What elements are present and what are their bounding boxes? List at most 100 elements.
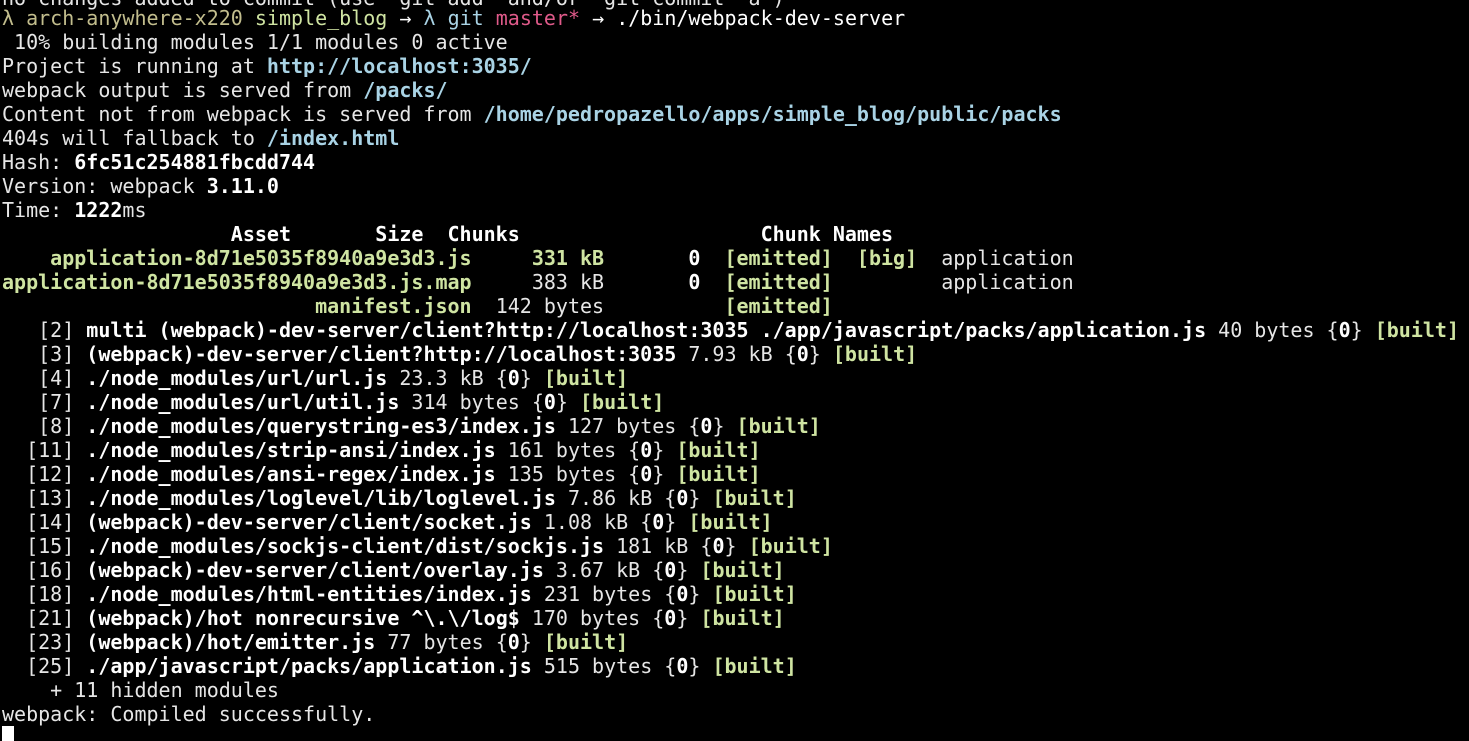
module-built-status: [built]	[1362, 318, 1460, 342]
module-built-status: [built]	[736, 534, 833, 558]
module-chunk-id: 0	[652, 510, 665, 534]
module-chunk-id: 0	[712, 534, 725, 558]
module-row: [13] ./node_modules/loglevel/lib/logleve…	[2, 486, 797, 510]
module-chunk-open: {	[784, 342, 797, 366]
module-chunk-open: {	[640, 510, 653, 534]
module-name: ./node_modules/html-entities/index.js	[86, 582, 532, 606]
module-id: [2]	[2, 318, 87, 342]
module-id: [25]	[2, 654, 87, 678]
module-id: [4]	[2, 366, 87, 390]
module-size: 135 bytes	[495, 462, 629, 486]
module-chunk-close: }	[555, 390, 568, 414]
prompt-directory: simple_blog	[254, 6, 388, 30]
module-built-status: [built]	[820, 342, 918, 366]
module-chunk-close: }	[519, 366, 532, 390]
module-size: 77 bytes	[375, 630, 496, 654]
asset-emitted: [emitted]	[700, 294, 833, 318]
module-chunk-close: }	[652, 462, 665, 486]
module-id: [14]	[2, 510, 87, 534]
compiled-text: webpack: Compiled successfully.	[2, 702, 376, 726]
module-chunk-id: 0	[676, 582, 689, 606]
module-id: [11]	[2, 438, 87, 462]
prompt-lambda: λ	[2, 6, 15, 30]
content-line: Content not from webpack is served from …	[2, 102, 1062, 126]
module-row: [21] (webpack)/hot nonrecursive ^\.\/log…	[2, 606, 785, 630]
module-chunk-close: }	[724, 534, 737, 558]
version-value: 3.11.0	[206, 174, 279, 198]
module-chunk-open: {	[652, 606, 665, 630]
module-row: [11] ./node_modules/strip-ansi/index.js …	[2, 438, 761, 462]
module-built-status: [built]	[567, 390, 665, 414]
module-row: [16] (webpack)-dev-server/client/overlay…	[2, 558, 785, 582]
asset-name: application-8d71e5035f8940a9e3d3.js	[2, 246, 472, 270]
chunk-names-column-header: Chunk Names	[760, 222, 894, 246]
module-chunk-close: }	[712, 414, 725, 438]
flags-column-spacer	[520, 222, 761, 246]
module-chunk-open: {	[628, 462, 641, 486]
terminal-cursor[interactable]	[2, 726, 14, 741]
module-chunk-id: 0	[676, 654, 689, 678]
module-size: 7.86 kB	[555, 486, 665, 510]
hash-label: Hash:	[2, 150, 75, 174]
module-row: [12] ./node_modules/ansi-regex/index.js …	[2, 462, 761, 486]
running-url[interactable]: http://localhost:3035/	[267, 54, 532, 78]
terminal-window[interactable]: no changes added to commit (use "git add…	[0, 0, 1469, 741]
module-row: [4] ./node_modules/url/url.js 23.3 kB {0…	[2, 366, 628, 390]
asset-chunks: 0	[604, 270, 701, 294]
module-chunk-open: {	[628, 438, 641, 462]
module-chunk-id: 0	[700, 414, 713, 438]
prompt-command: ./bin/webpack-dev-server	[616, 6, 906, 30]
module-chunk-id: 0	[507, 630, 520, 654]
module-chunk-id: 0	[507, 366, 520, 390]
fallback-path: /index.html	[266, 126, 400, 150]
module-built-status: [built]	[700, 654, 797, 678]
module-name: ./node_modules/url/url.js	[86, 366, 388, 390]
module-name: (webpack)/hot/emitter.js	[86, 630, 376, 654]
module-row: [15] ./node_modules/sockjs-client/dist/s…	[2, 534, 833, 558]
time-value: 1222	[74, 198, 123, 222]
asset-big-flag	[833, 270, 917, 294]
module-chunk-id: 0	[640, 462, 653, 486]
asset-chunk-name: application	[917, 270, 1074, 294]
module-built-status: [built]	[531, 630, 629, 654]
progress-line: 10% building modules 1/1 modules 0 activ…	[2, 30, 508, 54]
module-chunk-open: {	[495, 630, 508, 654]
module-name: ./node_modules/sockjs-client/dist/sockjs…	[86, 534, 605, 558]
module-name: ./node_modules/ansi-regex/index.js	[86, 462, 496, 486]
asset-size: 331 kB	[471, 246, 605, 270]
time-label: Time:	[2, 198, 75, 222]
module-chunk-id: 0	[640, 438, 653, 462]
module-built-status: [built]	[724, 414, 821, 438]
module-chunk-close: }	[688, 582, 701, 606]
module-size: 161 bytes	[495, 438, 629, 462]
content-path: /home/pedropazello/apps/simple_blog/publ…	[483, 102, 1062, 126]
module-id: [18]	[2, 582, 87, 606]
module-size: 1.08 kB	[531, 510, 641, 534]
hash-value: 6fc51c254881fbcdd744	[74, 150, 316, 174]
asset-row: application-8d71e5035f8940a9e3d3.js 331 …	[2, 246, 1074, 270]
asset-chunks: 0	[604, 246, 701, 270]
module-chunk-id: 0	[664, 606, 677, 630]
module-chunk-id: 0	[664, 558, 677, 582]
module-id: [3]	[2, 342, 87, 366]
asset-column-header: Asset	[2, 222, 291, 246]
module-size: 170 bytes	[519, 606, 653, 630]
module-chunk-close: }	[1350, 318, 1363, 342]
prompt-branch: master*	[495, 6, 581, 30]
module-id: [21]	[2, 606, 87, 630]
module-chunk-open: {	[1326, 318, 1339, 342]
size-column-header: Size	[290, 222, 424, 246]
module-chunk-open: {	[531, 390, 544, 414]
module-chunk-close: }	[676, 606, 689, 630]
module-built-status: [built]	[688, 606, 785, 630]
asset-row: application-8d71e5035f8940a9e3d3.js.map …	[2, 270, 1074, 294]
module-chunk-open: {	[664, 486, 677, 510]
prompt-arrow: →	[399, 6, 412, 30]
progress-text: 10% building modules 1/1 modules 0 activ…	[2, 30, 508, 54]
module-name: ./node_modules/strip-ansi/index.js	[86, 438, 496, 462]
module-row: [3] (webpack)-dev-server/client?http://l…	[2, 342, 917, 366]
hidden-modules-line: + 11 hidden modules	[2, 678, 279, 702]
compiled-line: webpack: Compiled successfully.	[2, 702, 375, 726]
module-built-status: [built]	[531, 366, 629, 390]
module-chunk-id: 0	[796, 342, 809, 366]
